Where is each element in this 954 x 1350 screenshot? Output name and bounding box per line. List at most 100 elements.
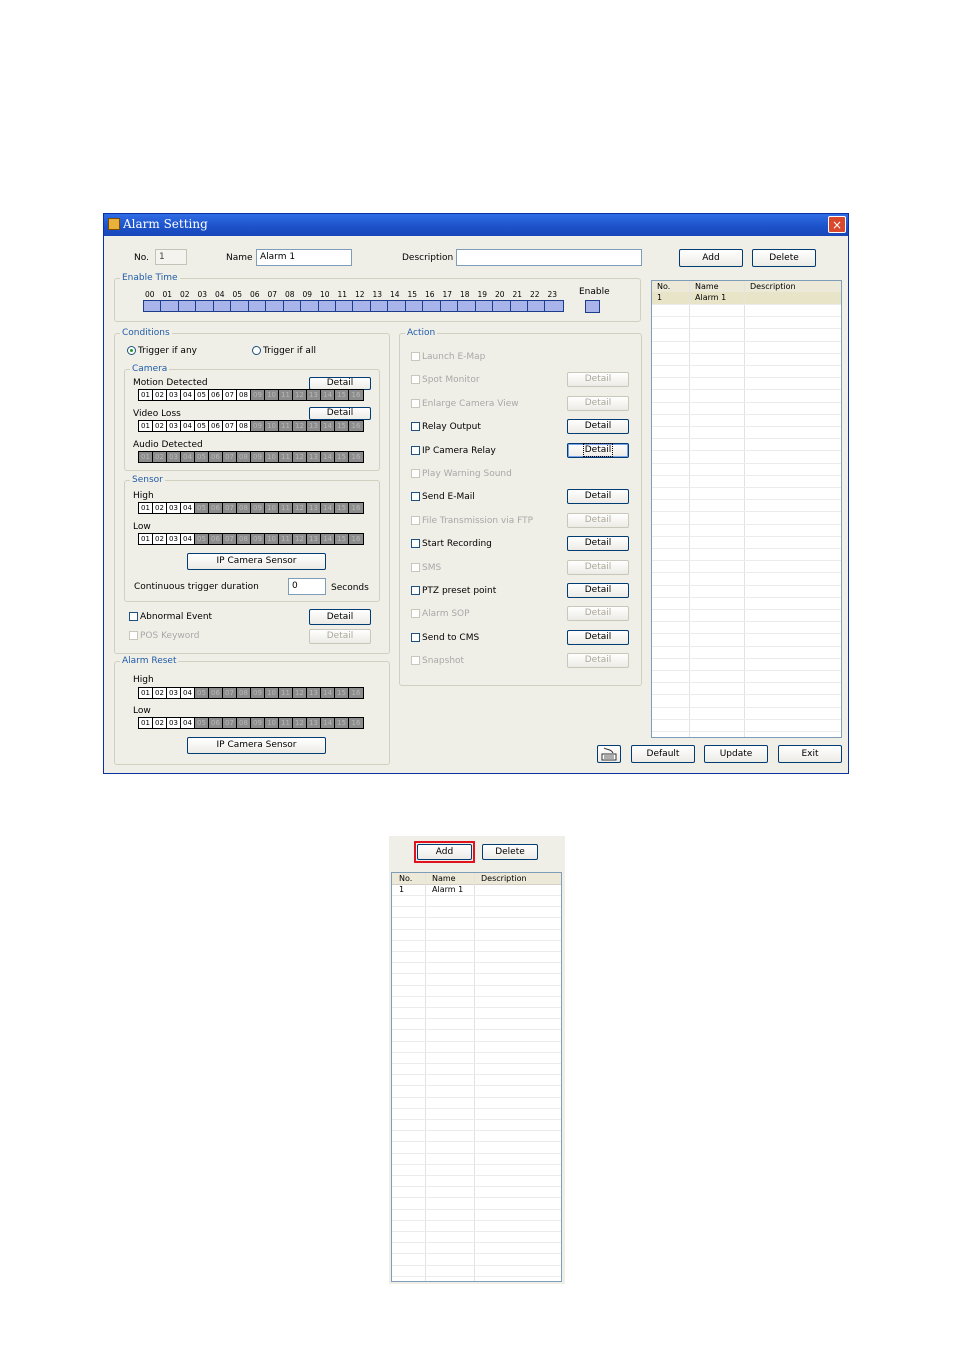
- title-bar[interactable]: Alarm Setting ×: [104, 214, 848, 236]
- channel-cell[interactable]: 09: [251, 421, 265, 431]
- channel-cell[interactable]: 13: [307, 534, 321, 544]
- channel-cell[interactable]: 14: [321, 452, 335, 462]
- channel-cell[interactable]: 03: [167, 688, 181, 698]
- video-loss-channel-strip[interactable]: 01 02 03 04 05 06 07 08 09 10 11 12 13 14 15 16: [138, 420, 364, 432]
- hour-slot[interactable]: [301, 301, 319, 311]
- channel-cell[interactable]: 04: [181, 718, 195, 728]
- channel-cell[interactable]: 11: [279, 718, 293, 728]
- hour-slot[interactable]: [423, 301, 441, 311]
- channel-cell[interactable]: 11: [279, 534, 293, 544]
- channel-cell[interactable]: 14: [321, 718, 335, 728]
- channel-cell[interactable]: 14: [321, 688, 335, 698]
- channel-cell[interactable]: 10: [265, 534, 279, 544]
- sensor-high-strip[interactable]: 01 02 03 04 05 06 07 08 09 10 11 12 13 14 15 16: [138, 502, 364, 514]
- channel-cell[interactable]: 08: [237, 421, 251, 431]
- channel-cell[interactable]: 15: [335, 688, 349, 698]
- channel-cell[interactable]: 08: [237, 718, 251, 728]
- action-checkbox[interactable]: [411, 539, 420, 549]
- channel-cell[interactable]: 04: [181, 390, 195, 400]
- channel-cell[interactable]: 14: [321, 503, 335, 513]
- enable-timeline[interactable]: [143, 300, 564, 312]
- action-detail-button[interactable]: Detail: [567, 583, 629, 598]
- channel-cell[interactable]: 07: [223, 534, 237, 544]
- alarm-list[interactable]: No. Name Description 1 Alarm 1: [651, 280, 842, 738]
- abnormal-detail-button[interactable]: Detail: [309, 609, 371, 625]
- channel-cell[interactable]: 02: [153, 718, 167, 728]
- hour-slot[interactable]: [248, 301, 267, 311]
- channel-cell[interactable]: 06: [209, 390, 223, 400]
- channel-cell[interactable]: 06: [209, 534, 223, 544]
- channel-cell[interactable]: 05: [195, 688, 209, 698]
- channel-cell[interactable]: 02: [153, 390, 167, 400]
- channel-cell[interactable]: 06: [209, 421, 223, 431]
- zoom-delete-button[interactable]: Delete: [482, 844, 538, 860]
- enable-all-toggle[interactable]: [585, 300, 600, 313]
- channel-cell[interactable]: 13: [307, 718, 321, 728]
- channel-cell[interactable]: 06: [209, 688, 223, 698]
- channel-cell[interactable]: 01: [139, 688, 153, 698]
- action-detail-button[interactable]: Detail: [567, 536, 629, 552]
- channel-cell[interactable]: 15: [335, 452, 349, 462]
- channel-cell[interactable]: 03: [167, 452, 181, 462]
- channel-cell[interactable]: 02: [153, 421, 167, 431]
- exit-button[interactable]: Exit: [778, 745, 842, 763]
- hour-slot[interactable]: [458, 301, 476, 311]
- hour-slot[interactable]: [527, 301, 546, 311]
- action-checkbox[interactable]: [411, 445, 420, 455]
- channel-cell[interactable]: 01: [139, 503, 153, 513]
- channel-cell[interactable]: 15: [335, 534, 349, 544]
- trigger-all-radio[interactable]: [252, 346, 261, 355]
- channel-cell[interactable]: 06: [209, 452, 223, 462]
- hour-slot[interactable]: [335, 301, 354, 311]
- channel-cell[interactable]: 05: [195, 718, 209, 728]
- channel-cell[interactable]: 11: [279, 421, 293, 431]
- close-icon[interactable]: ×: [828, 216, 846, 233]
- motion-channel-strip[interactable]: 01 02 03 04 05 06 07 08 09 10 11 12 13 14 15 16: [138, 389, 364, 401]
- channel-cell[interactable]: 13: [307, 688, 321, 698]
- channel-cell[interactable]: 15: [335, 421, 349, 431]
- action-checkbox[interactable]: [411, 632, 420, 642]
- hour-slot[interactable]: [475, 301, 494, 311]
- action-checkbox[interactable]: [411, 422, 420, 432]
- channel-cell[interactable]: 10: [265, 452, 279, 462]
- channel-cell[interactable]: 04: [181, 688, 195, 698]
- action-checkbox[interactable]: [411, 492, 420, 502]
- hour-slot[interactable]: [283, 301, 302, 311]
- col-description[interactable]: Description: [745, 281, 796, 292]
- zoom-alarm-list[interactable]: No. Name Description 1 Alarm 1: [391, 872, 562, 1282]
- channel-cell[interactable]: 16: [349, 718, 363, 728]
- channel-cell[interactable]: 08: [237, 452, 251, 462]
- hour-slot[interactable]: [144, 301, 162, 311]
- channel-cell[interactable]: 10: [265, 688, 279, 698]
- channel-cell[interactable]: 03: [167, 390, 181, 400]
- channel-cell[interactable]: 03: [167, 503, 181, 513]
- channel-cell[interactable]: 08: [237, 688, 251, 698]
- hour-slot[interactable]: [318, 301, 336, 311]
- channel-cell[interactable]: 11: [279, 452, 293, 462]
- channel-cell[interactable]: 16: [349, 503, 363, 513]
- channel-cell[interactable]: 07: [223, 452, 237, 462]
- channel-cell[interactable]: 09: [251, 534, 265, 544]
- duration-input[interactable]: 0: [288, 578, 326, 595]
- action-detail-button[interactable]: Detail: [567, 442, 629, 458]
- channel-cell[interactable]: 12: [293, 390, 307, 400]
- col-name[interactable]: Name: [690, 281, 719, 292]
- keyboard-button[interactable]: [597, 745, 621, 763]
- channel-cell[interactable]: 01: [139, 452, 153, 462]
- hour-slot[interactable]: [178, 301, 197, 311]
- channel-cell[interactable]: 11: [279, 390, 293, 400]
- zoom-col-description[interactable]: Description: [476, 873, 527, 884]
- channel-cell[interactable]: 11: [279, 688, 293, 698]
- channel-cell[interactable]: 14: [321, 390, 335, 400]
- channel-cell[interactable]: 07: [223, 503, 237, 513]
- channel-cell[interactable]: 02: [153, 503, 167, 513]
- hour-slot[interactable]: [493, 301, 511, 311]
- hour-slot[interactable]: [510, 301, 528, 311]
- delete-button[interactable]: Delete: [752, 249, 816, 267]
- add-button[interactable]: Add: [679, 249, 743, 267]
- col-no[interactable]: No.: [652, 281, 670, 292]
- channel-cell[interactable]: 06: [209, 503, 223, 513]
- channel-cell[interactable]: 10: [265, 503, 279, 513]
- action-detail-button[interactable]: Detail: [567, 489, 629, 505]
- channel-cell[interactable]: 06: [209, 718, 223, 728]
